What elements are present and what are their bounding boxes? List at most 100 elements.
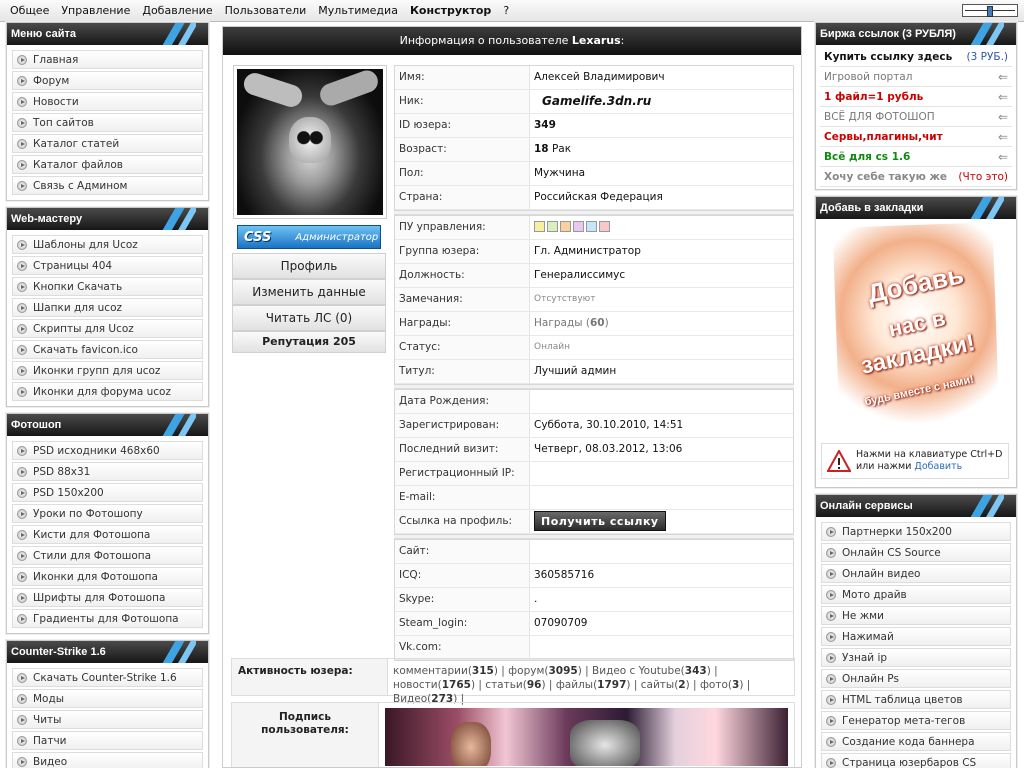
- bullet-arrow-icon: [826, 673, 836, 684]
- online-service-item[interactable]: Нажимай: [821, 627, 1011, 646]
- photoshop-item[interactable]: PSD исходники 468х60: [12, 441, 203, 460]
- counter-strike-item[interactable]: Моды: [12, 689, 203, 708]
- webmaster-item[interactable]: Шаблоны для Ucoz: [12, 235, 203, 254]
- get-link-button[interactable]: Получить ссылку: [534, 511, 666, 531]
- site-menu-item[interactable]: Новости: [12, 92, 203, 111]
- read-messages-button[interactable]: Читать ЛС (0): [232, 305, 386, 331]
- edit-data-button[interactable]: Изменить данные: [232, 279, 386, 305]
- online-service-item[interactable]: Онлайн CS Source: [821, 543, 1011, 562]
- activity-link[interactable]: статьи(96): [485, 679, 545, 691]
- online-service-item[interactable]: Мото драйв: [821, 585, 1011, 604]
- photoshop-item[interactable]: Кисти для Фотошопа: [12, 525, 203, 544]
- exchange-link-row[interactable]: Всё для cs 1.6 ⇐: [820, 147, 1012, 167]
- bookmark-banner[interactable]: Добавь нас в закладки! будь вместе с нам…: [832, 222, 1000, 428]
- counter-strike-item[interactable]: Патчи: [12, 731, 203, 750]
- menu-constructor[interactable]: Конструктор: [404, 4, 497, 17]
- menu-add[interactable]: Добавление: [136, 4, 218, 17]
- row-lastvisit: Последний визит: Четверг, 08.03.2012, 13:…: [395, 438, 793, 462]
- online-service-item[interactable]: Генератор мета-тегов: [821, 711, 1011, 730]
- exchange-link[interactable]: Игровой портал: [824, 71, 912, 83]
- photoshop-item[interactable]: Уроки по Фотошопу: [12, 504, 203, 523]
- menu-multimedia[interactable]: Мультимедиа: [312, 4, 404, 17]
- activity-link[interactable]: сайты(2): [641, 679, 690, 691]
- activity-link[interactable]: комментарии(315): [393, 665, 498, 677]
- activity-link[interactable]: новости(1765): [393, 679, 475, 691]
- profile-button[interactable]: Профиль: [232, 253, 386, 279]
- webmaster-item[interactable]: Скрипты для Ucoz: [12, 319, 203, 338]
- menu-item-label: Каталог статей: [33, 137, 120, 150]
- counter-strike-item[interactable]: Видео: [12, 752, 203, 768]
- menu-item-label: Моды: [33, 692, 65, 705]
- activity-type: форум: [508, 665, 545, 677]
- photoshop-item[interactable]: Шрифты для Фотошопа: [12, 588, 203, 607]
- label-regip: Регистрационный IP:: [395, 462, 530, 485]
- site-menu-item[interactable]: Топ сайтов: [12, 113, 203, 132]
- menu-management[interactable]: Управление: [55, 4, 136, 17]
- site-menu-item[interactable]: Форум: [12, 71, 203, 90]
- exchange-link-row[interactable]: ВСЁ ДЛЯ ФОТОШОП ⇐: [820, 107, 1012, 127]
- panel-slider[interactable]: [962, 4, 1018, 17]
- counter-strike-item[interactable]: Скачать Counter-Strike 1.6: [12, 668, 203, 687]
- webmaster-item[interactable]: Иконки групп для ucoz: [12, 361, 203, 380]
- menu-help[interactable]: ?: [497, 4, 515, 17]
- exchange-link-row[interactable]: Игровой портал ⇐: [820, 67, 1012, 87]
- row-regip: Регистрационный IP:: [395, 462, 793, 486]
- buy-link-row[interactable]: Купить ссылку здесь (3 РУБ.): [820, 47, 1012, 67]
- activity-link[interactable]: форум(3095): [508, 665, 582, 677]
- site-menu-item[interactable]: Каталог файлов: [12, 155, 203, 174]
- edit-icon[interactable]: [586, 221, 597, 232]
- webmaster-item[interactable]: Страницы 404: [12, 256, 203, 275]
- want-link[interactable]: Хочу себе такую же: [824, 171, 947, 183]
- chart-icon[interactable]: [547, 221, 558, 232]
- exchange-link[interactable]: 1 файл=1 рубль: [824, 91, 923, 103]
- exchange-link-row[interactable]: 1 файл=1 рубль ⇐: [820, 87, 1012, 107]
- online-service-item[interactable]: Онлайн Ps: [821, 669, 1011, 688]
- webmaster-item[interactable]: Скачать favicon.ico: [12, 340, 203, 359]
- site-menu-item[interactable]: Каталог статей: [12, 134, 203, 153]
- online-service-item[interactable]: HTML таблица цветов: [821, 690, 1011, 709]
- value-position: Генералиссимус: [534, 269, 626, 281]
- profile-header-colon: :: [620, 34, 625, 47]
- online-service-item[interactable]: Узнай ip: [821, 648, 1011, 667]
- awards-link[interactable]: Награды (60): [530, 312, 793, 335]
- photoshop-item[interactable]: Иконки для Фотошопа: [12, 567, 203, 586]
- menu-item-label: Форум: [33, 74, 70, 87]
- photoshop-item[interactable]: PSD 88х31: [12, 462, 203, 481]
- delete-icon[interactable]: [599, 221, 610, 232]
- site-menu-item[interactable]: Связь с Админом: [12, 176, 203, 195]
- ban-icon[interactable]: [573, 221, 584, 232]
- bookmark-title: Добавь в закладки: [816, 197, 1016, 219]
- webmaster-item[interactable]: Иконки для форума ucoz: [12, 382, 203, 401]
- online-service-item[interactable]: Партнерки 150х200: [821, 522, 1011, 541]
- online-service-item[interactable]: Страница юзербаров CS: [821, 753, 1011, 768]
- reputation-button[interactable]: Репутация 205: [232, 331, 386, 353]
- bullet-arrow-icon: [826, 631, 836, 642]
- exchange-link[interactable]: ВСЁ ДЛЯ ФОТОШОП: [824, 111, 935, 123]
- exchange-link[interactable]: Всё для cs 1.6: [824, 151, 910, 163]
- what-link[interactable]: (Что это): [958, 171, 1008, 183]
- stats-icon[interactable]: [534, 221, 545, 232]
- webmaster-item[interactable]: Кнопки Скачать: [12, 277, 203, 296]
- activity-link[interactable]: Видео с Youtube(343): [592, 665, 711, 677]
- buy-link[interactable]: Купить ссылку здесь: [824, 51, 952, 63]
- want-link-row: Хочу себе такую же (Что это): [820, 167, 1012, 187]
- photoshop-item[interactable]: PSD 150х200: [12, 483, 203, 502]
- site-menu-item[interactable]: Главная: [12, 50, 203, 69]
- online-service-item[interactable]: Не жми: [821, 606, 1011, 625]
- value-icq: 360585716: [534, 569, 595, 581]
- activity-link[interactable]: файлы(1797): [556, 679, 631, 691]
- photoshop-item[interactable]: Градиенты для Фотошопа: [12, 609, 203, 628]
- menu-users[interactable]: Пользователи: [219, 4, 313, 17]
- exchange-link-row[interactable]: Сервы,плагины,чит ⇐: [820, 127, 1012, 147]
- label-country: Страна:: [395, 186, 530, 209]
- webmaster-item[interactable]: Шапки для ucoz: [12, 298, 203, 317]
- exchange-link[interactable]: Сервы,плагины,чит: [824, 131, 943, 143]
- online-service-item[interactable]: Онлайн видео: [821, 564, 1011, 583]
- star-icon[interactable]: [560, 221, 571, 232]
- online-service-item[interactable]: Создание кода баннера: [821, 732, 1011, 751]
- photoshop-item[interactable]: Стили для Фотошопа: [12, 546, 203, 565]
- activity-link[interactable]: фото(3): [700, 679, 743, 691]
- menu-general[interactable]: Общее: [4, 4, 55, 17]
- counter-strike-item[interactable]: Читы: [12, 710, 203, 729]
- add-bookmark-link[interactable]: Добавить: [914, 461, 962, 472]
